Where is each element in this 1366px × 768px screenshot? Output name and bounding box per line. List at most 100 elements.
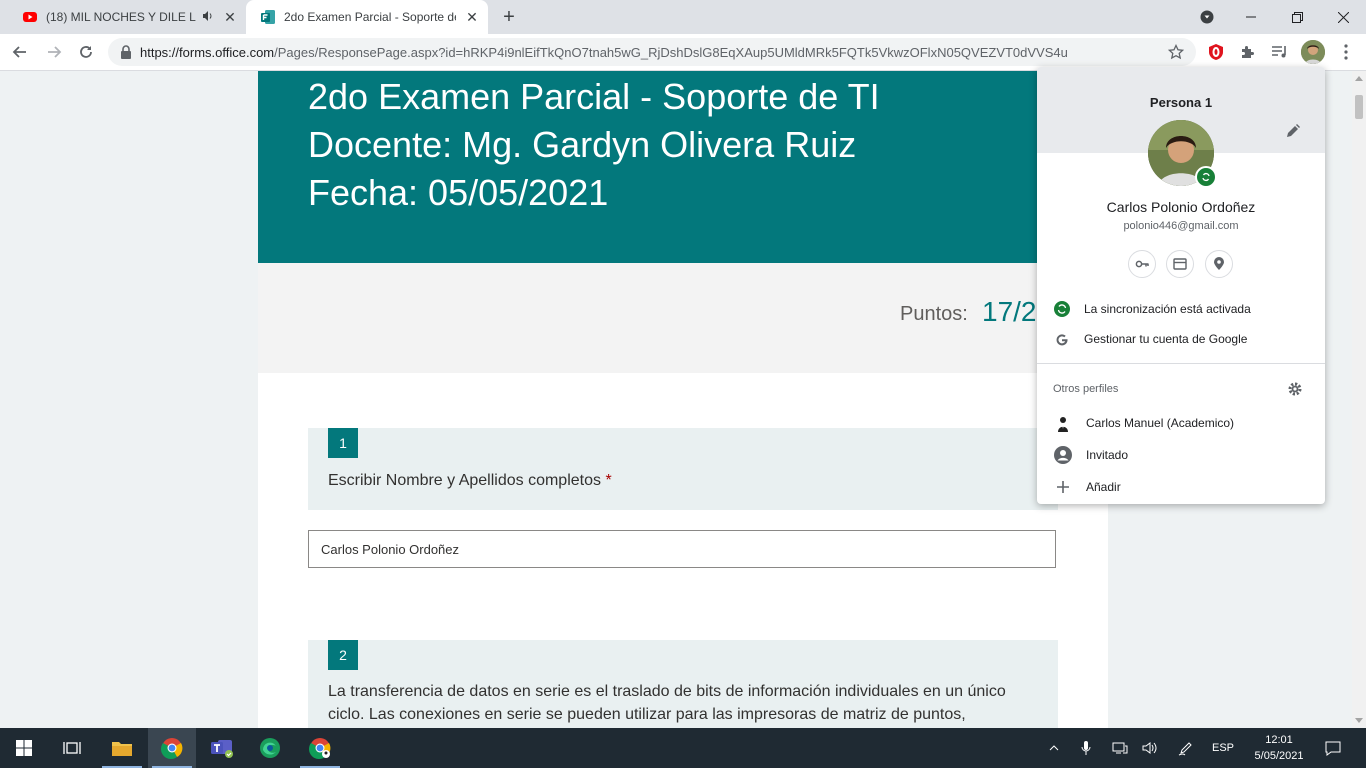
- windows-start-button[interactable]: [0, 728, 48, 768]
- score-band: Puntos: 17/2: [258, 263, 1108, 373]
- reload-icon: [80, 46, 92, 58]
- browser-toolbar: https://forms.office.com/Pages/ResponseP…: [0, 34, 1366, 71]
- form-title-line: Fecha: 05/05/2021: [308, 172, 609, 213]
- scroll-thumb[interactable]: [1355, 95, 1363, 119]
- required-mark: *: [605, 472, 612, 489]
- profile-item-label: Añadir: [1086, 480, 1121, 494]
- chrome-menu-icon[interactable]: [1336, 42, 1356, 62]
- profile-avatar-button[interactable]: [1301, 40, 1325, 64]
- tab-strip: (18) MIL NOCHES Y DILE LA VERDAD ✕ 2do E…: [0, 0, 1366, 34]
- action-center-button[interactable]: [1322, 728, 1344, 768]
- answer-text-field[interactable]: Carlos Polonio Ordoñez: [308, 530, 1056, 568]
- profile-item-guest[interactable]: Invitado: [1037, 441, 1325, 469]
- form-title-line: 2do Examen Parcial - Soporte de TI: [308, 76, 880, 117]
- windows-logo-icon: [16, 740, 32, 756]
- form-card: 2do Examen Parcial - Soporte de TI Docen…: [258, 71, 1108, 728]
- extension-opera-icon[interactable]: [1206, 42, 1226, 62]
- close-tab-icon[interactable]: ✕: [222, 9, 238, 25]
- question-number: 2: [328, 640, 358, 670]
- question-2: 2 La transferencia de datos en serie es …: [308, 640, 1058, 728]
- chrome-profile-taskbar-button[interactable]: [296, 728, 344, 768]
- pen-tray-icon[interactable]: [1176, 728, 1196, 768]
- speaker-icon: [1142, 742, 1157, 754]
- language-indicator[interactable]: ESP: [1208, 728, 1238, 768]
- restore-icon[interactable]: [1274, 0, 1320, 34]
- new-tab-button[interactable]: +: [498, 6, 520, 28]
- form-title-line: Docente: Mg. Gardyn Olivera Ruiz: [308, 124, 857, 165]
- profile-dropdown-icon[interactable]: [1184, 0, 1230, 34]
- question-text: Escribir Nombre y Apellidos completos *: [328, 472, 612, 489]
- google-g-icon: [1054, 331, 1070, 347]
- close-tab-icon[interactable]: ✕: [464, 9, 480, 25]
- clock-date: 5/05/2021: [1254, 750, 1304, 762]
- passwords-button[interactable]: [1128, 250, 1156, 278]
- speaker-icon[interactable]: [202, 10, 214, 25]
- location-pin-icon: [1214, 257, 1224, 270]
- profile-avatar-small-icon: [1054, 414, 1072, 432]
- tab-forms[interactable]: 2do Examen Parcial - Soporte de TI ✕: [246, 0, 488, 34]
- close-window-icon[interactable]: [1320, 0, 1366, 34]
- sync-status-row[interactable]: La sincronización está activada: [1037, 295, 1325, 323]
- edge-taskbar-button[interactable]: [246, 728, 294, 768]
- scroll-down-icon[interactable]: [1355, 718, 1363, 723]
- task-view-icon: [63, 742, 81, 754]
- folder-icon: [112, 742, 132, 756]
- add-profile-button[interactable]: Añadir: [1037, 473, 1325, 501]
- show-hidden-icons-button[interactable]: [1044, 728, 1064, 768]
- network-icon: [1112, 742, 1128, 754]
- chrome-taskbar-button[interactable]: [148, 728, 196, 768]
- profile-item-label: Invitado: [1086, 448, 1129, 462]
- microphone-tray-icon[interactable]: [1076, 728, 1096, 768]
- key-icon: [1135, 260, 1149, 268]
- teams-icon: [211, 740, 233, 758]
- forward-button[interactable]: [42, 40, 66, 64]
- profile-email: polonio446@gmail.com: [1123, 220, 1239, 232]
- microphone-icon: [1081, 741, 1091, 755]
- back-arrow-icon: [12, 46, 26, 58]
- chrome-icon: [161, 738, 183, 759]
- manage-google-account-row[interactable]: Gestionar tu cuenta de Google: [1037, 325, 1325, 353]
- plus-icon: [1054, 478, 1072, 496]
- avatar-icon: [1301, 40, 1325, 64]
- sync-icon: [1054, 301, 1070, 317]
- reload-button[interactable]: [74, 40, 98, 64]
- points-label: Puntos:: [900, 303, 968, 325]
- profile-item-academico[interactable]: Carlos Manuel (Academico): [1037, 409, 1325, 437]
- menu-divider: [1037, 363, 1325, 364]
- sync-status-text: La sincronización está activada: [1084, 302, 1251, 316]
- forward-arrow-icon: [48, 46, 62, 58]
- tab-title: 2do Examen Parcial - Soporte de TI: [284, 10, 456, 24]
- sync-badge-icon: [1195, 166, 1217, 188]
- teams-taskbar-button[interactable]: [198, 728, 246, 768]
- notification-icon: [1325, 741, 1341, 756]
- form-title: 2do Examen Parcial - Soporte de TI Docen…: [308, 73, 880, 217]
- volume-tray-icon[interactable]: [1140, 728, 1160, 768]
- task-view-button[interactable]: [48, 728, 96, 768]
- pen-icon: [1178, 742, 1192, 756]
- gear-icon[interactable]: [1287, 381, 1303, 397]
- manage-account-text: Gestionar tu cuenta de Google: [1084, 332, 1248, 346]
- bookmark-star-icon[interactable]: [1168, 44, 1184, 60]
- scroll-up-icon[interactable]: [1355, 76, 1363, 81]
- file-explorer-button[interactable]: [98, 728, 146, 768]
- back-button[interactable]: [8, 40, 32, 64]
- profile-item-label: Carlos Manuel (Academico): [1086, 416, 1235, 430]
- form-header: 2do Examen Parcial - Soporte de TI Docen…: [258, 71, 1108, 263]
- tab-title: (18) MIL NOCHES Y DILE LA VERDAD: [46, 10, 196, 24]
- extensions-puzzle-icon[interactable]: [1238, 42, 1258, 62]
- windows-taskbar: ESP 12:01 5/05/2021: [0, 728, 1366, 768]
- chrome-icon: [309, 738, 331, 759]
- media-control-icon[interactable]: [1270, 42, 1290, 62]
- payment-methods-button[interactable]: [1166, 250, 1194, 278]
- tab-youtube[interactable]: (18) MIL NOCHES Y DILE LA VERDAD ✕: [8, 0, 246, 34]
- other-profiles-title: Otros perfiles: [1053, 383, 1119, 395]
- profile-name: Carlos Polonio Ordoñez: [1106, 199, 1256, 215]
- addresses-button[interactable]: [1205, 250, 1233, 278]
- chevron-up-icon: [1049, 745, 1059, 751]
- address-bar[interactable]: https://forms.office.com/Pages/ResponseP…: [108, 38, 1196, 66]
- edit-pencil-icon[interactable]: [1285, 123, 1301, 139]
- page-scrollbar[interactable]: [1352, 71, 1366, 728]
- system-clock[interactable]: 12:01 5/05/2021: [1250, 732, 1308, 764]
- minimize-icon[interactable]: [1228, 0, 1274, 34]
- network-tray-icon[interactable]: [1110, 728, 1130, 768]
